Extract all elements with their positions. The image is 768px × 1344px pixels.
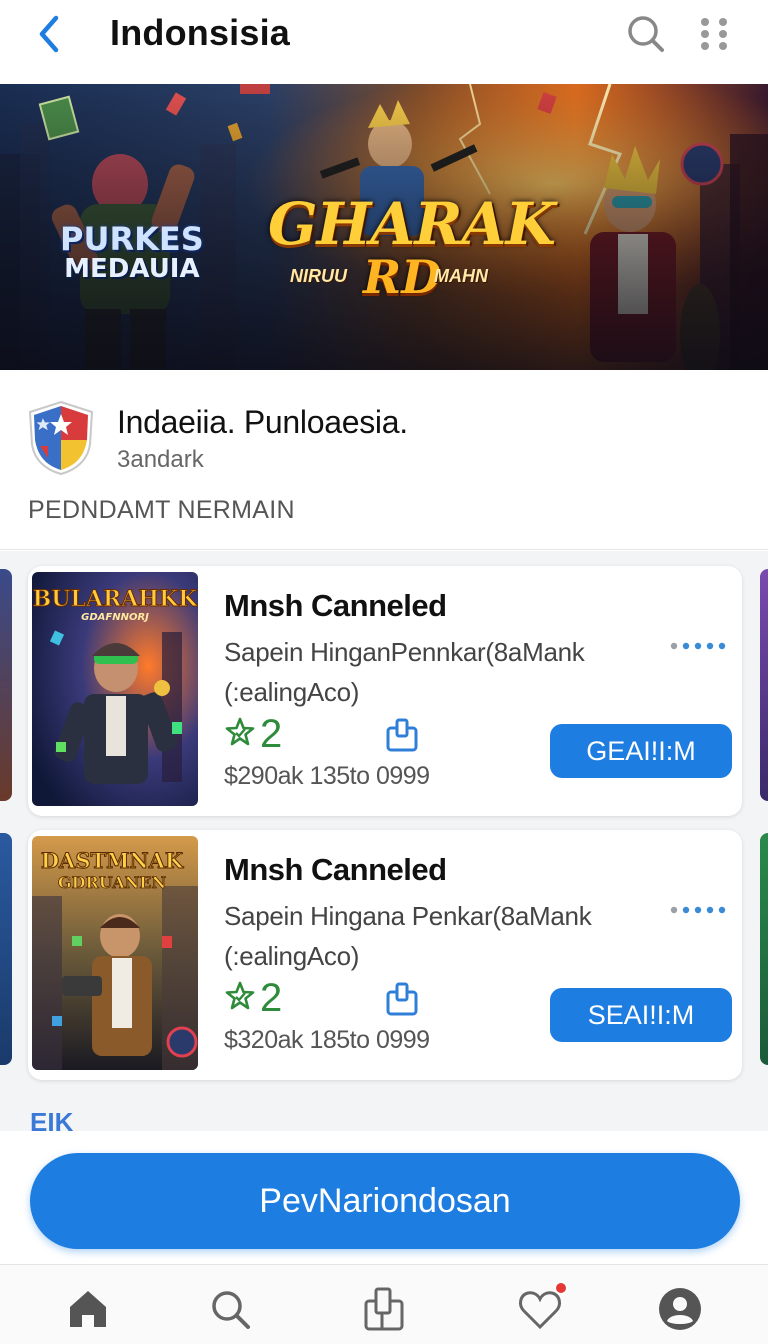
top-app-bar: Indonsisia [0, 0, 768, 84]
rating-value: 2 [260, 712, 283, 756]
cover-title-text: BULARAHKK [33, 586, 198, 612]
app-name: Indaeiia. Punloaesia. [117, 404, 408, 440]
star-icon [225, 717, 255, 746]
banner-left-line2: MEDAUIA [64, 254, 200, 284]
carousel-peek-right-2 [760, 833, 768, 1065]
banner-subtitle-row: NIRUU RD MAHN [268, 250, 518, 304]
banner-sub-left: NIRUU [290, 266, 347, 286]
share-icon[interactable] [384, 718, 420, 754]
section-heading: PEDNDAMT NERMAIN [28, 496, 295, 524]
primary-action-button[interactable]: PevNariondosan [30, 1153, 740, 1249]
price-text: $320ak 185to 0999 [224, 1026, 430, 1054]
home-icon [70, 1291, 106, 1327]
item-description: Sapein Hingana Penkar(8aMank (:ealingAco… [224, 896, 604, 976]
back-button[interactable] [30, 14, 70, 54]
shield-logo-icon [28, 400, 94, 476]
next-section-peek: EIK [30, 1107, 74, 1131]
banner-sub-right: MAHN [434, 266, 488, 286]
carousel-peek-left-2 [0, 833, 12, 1065]
carousel-peek-left [0, 569, 12, 801]
developer-name[interactable]: 3andark [117, 446, 204, 474]
nav-library[interactable] [360, 1285, 408, 1333]
item-title: Mnsh Canneled [224, 588, 447, 623]
nav-wishlist[interactable] [516, 1281, 568, 1333]
price-text: $290ak 135to 0999 [224, 762, 430, 790]
game-cover-art: DASTMNAK GDRUANEN [32, 836, 198, 1070]
more-dots-icon[interactable] [668, 638, 728, 654]
profile-icon [659, 1288, 701, 1330]
share-icon[interactable] [384, 982, 420, 1018]
item-description-line2: (:ealingAco) [224, 941, 360, 971]
cover-subtitle-text: GDRUANEN [58, 873, 166, 892]
game-thumbnail: DASTMNAK GDRUANEN [32, 836, 198, 1070]
game-list: BULARAHKK GDAFNNORJ Mnsh Canneled Sapein… [0, 551, 768, 1131]
banner-main-title: GHARAK [268, 190, 556, 258]
more-dots-icon[interactable] [668, 902, 728, 918]
banner-sub-mid: RD [363, 250, 442, 304]
search-button[interactable] [624, 12, 668, 56]
featured-banner[interactable]: PURKES MEDAUIA GHARAK NIRUU RD MAHN [0, 84, 768, 370]
list-item[interactable]: BULARAHKK GDAFNNORJ Mnsh Canneled Sapein… [28, 566, 742, 816]
search-icon [212, 1291, 250, 1329]
carousel-peek-right [760, 569, 768, 801]
nav-search[interactable] [206, 1285, 254, 1333]
banner-left-line1: PURKES [60, 220, 204, 258]
page-title: Indonsisia [110, 12, 291, 53]
banner-game-logo: GHARAK NIRUU RD MAHN [268, 190, 556, 304]
more-options-button[interactable] [694, 12, 734, 56]
bottom-navigation [0, 1264, 768, 1344]
chevron-left-icon [39, 15, 59, 53]
game-cover-art: BULARAHKK GDAFNNORJ [32, 572, 198, 806]
grid-dots-icon [701, 18, 727, 50]
item-title: Mnsh Canneled [224, 852, 447, 887]
cover-title-text: DASTMNAK [41, 848, 184, 873]
item-description-line1: Sapein HinganPennkar(8aMank [224, 637, 585, 667]
library-icon [364, 1287, 404, 1331]
app-info-section: Indaeiia. Punloaesia. 3andark PEDNDAMT N… [0, 370, 768, 550]
cta-container: PevNariondosan [0, 1131, 768, 1263]
notification-badge [554, 1281, 568, 1295]
star-icon [225, 981, 255, 1010]
cover-subtitle-text: GDAFNNORJ [81, 612, 149, 623]
nav-profile[interactable] [656, 1285, 704, 1333]
item-description: Sapein HinganPennkar(8aMank (:ealingAco) [224, 632, 604, 712]
item-description-line2: (:ealingAco) [224, 677, 360, 707]
rating-value: 2 [260, 976, 283, 1020]
get-button[interactable]: SEAI!I:M [550, 988, 732, 1042]
search-icon [628, 16, 664, 52]
app-screen: Indonsisia PURKES MEDAUIA GHARAK NIRUU R… [0, 0, 768, 1344]
banner-left-logo: PURKES MEDAUIA [60, 220, 204, 284]
get-button[interactable]: GEAI!I:M [550, 724, 732, 778]
item-description-line1: Sapein Hingana Penkar(8aMank [224, 901, 592, 931]
list-item[interactable]: DASTMNAK GDRUANEN Mnsh Canneled Sapein H… [28, 830, 742, 1080]
game-thumbnail: BULARAHKK GDAFNNORJ [32, 572, 198, 806]
nav-home[interactable] [64, 1285, 112, 1333]
